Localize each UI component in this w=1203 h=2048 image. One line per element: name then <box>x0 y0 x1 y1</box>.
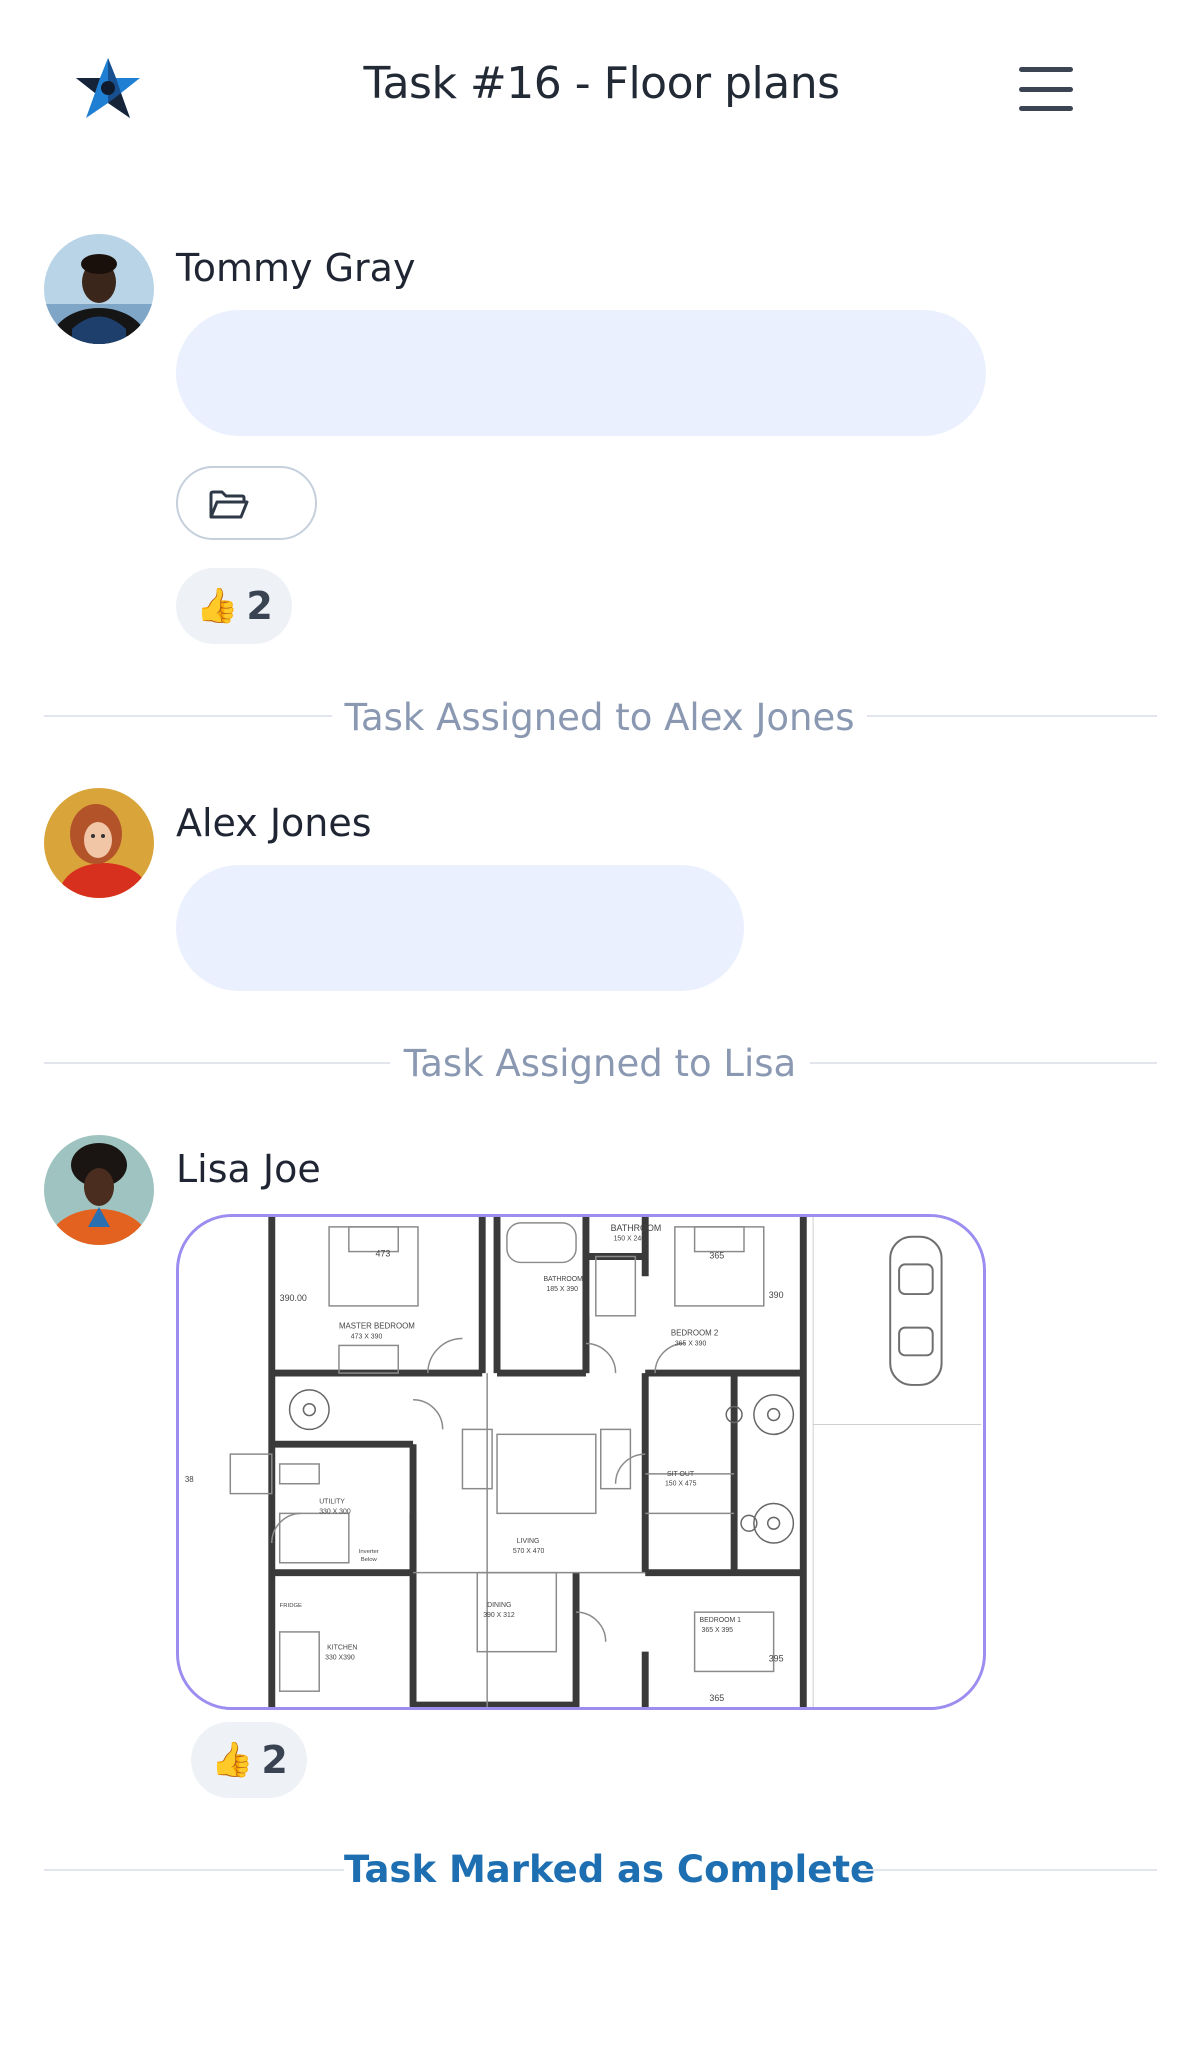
divider-line <box>44 1062 390 1064</box>
fp-utility-size: 330 X 300 <box>319 1508 351 1515</box>
avatar-lisa-joe[interactable] <box>44 1135 154 1245</box>
hamburger-menu-icon[interactable] <box>1019 67 1073 111</box>
reaction-button[interactable]: 👍 2 <box>176 568 292 644</box>
fp-sitout: SIT OUT <box>667 1471 695 1478</box>
fp-bathroom-top: BATHROOM <box>611 1223 662 1233</box>
author-name: Tommy Gray <box>176 246 416 290</box>
author-name: Lisa Joe <box>176 1147 321 1191</box>
fp-bed1-size: 365 X 395 <box>702 1627 734 1634</box>
fp-kitchen-size: 330 X390 <box>325 1655 355 1662</box>
fp-bathroom: BATHROOM <box>543 1276 583 1283</box>
fp-master-side-dim: 390.00 <box>280 1293 307 1303</box>
message-bubble <box>176 865 744 991</box>
fp-dining: DINING <box>487 1602 511 1609</box>
event-assigned-alex: Task Assigned to Alex Jones <box>344 696 855 739</box>
fp-dining-size: 390 X 312 <box>483 1612 515 1619</box>
divider-line <box>44 715 332 717</box>
fp-kitchen: KITCHEN <box>327 1645 357 1652</box>
fp-bed1-dim: 365 <box>709 1693 724 1703</box>
fp-bed1-side-dim: 395 <box>769 1654 784 1664</box>
floor-plan-image[interactable]: BATHROOM 150 X 240 473 390.00 MASTER BED… <box>176 1214 986 1710</box>
reaction-count: 2 <box>246 584 273 628</box>
event-task-complete: Task Marked as Complete <box>344 1848 876 1891</box>
message-bubble <box>176 310 986 436</box>
fp-master-size: 473 X 390 <box>351 1334 383 1341</box>
fp-sitout-size: 150 X 475 <box>665 1481 697 1488</box>
fp-living: LIVING <box>517 1538 540 1545</box>
fp-bed2: BEDROOM 2 <box>671 1329 718 1338</box>
fp-bed2-side-dim: 390 <box>769 1290 784 1300</box>
fp-fridge: FRIDGE <box>280 1603 302 1609</box>
fp-utility: UTILITY <box>319 1498 345 1505</box>
folder-icon <box>209 490 249 519</box>
thumbs-up-icon: 👍 <box>196 586 239 626</box>
reaction-count: 2 <box>261 1738 288 1782</box>
fp-inverter: Inverter <box>359 1549 379 1555</box>
fp-left-dim: 38 <box>185 1475 194 1484</box>
divider-line <box>44 1869 344 1871</box>
attachment-button[interactable] <box>176 466 317 540</box>
fp-bed2-size: 365 X 390 <box>675 1340 707 1347</box>
event-assigned-lisa: Task Assigned to Lisa <box>403 1042 797 1085</box>
divider-line <box>860 1869 1157 1871</box>
fp-master: MASTER BEDROOM <box>339 1322 415 1331</box>
fp-bed1: BEDROOM 1 <box>700 1617 742 1624</box>
fp-bed2-dim: 365 <box>709 1250 724 1260</box>
fp-living-size: 570 X 470 <box>513 1548 545 1555</box>
divider-line <box>810 1062 1157 1064</box>
thumbs-up-icon: 👍 <box>211 1740 254 1780</box>
avatar-tommy-gray[interactable] <box>44 234 154 344</box>
avatar-alex-jones[interactable] <box>44 788 154 898</box>
divider-line <box>867 715 1157 717</box>
author-name: Alex Jones <box>176 801 372 845</box>
fp-inverter2: Below <box>361 1557 378 1563</box>
fp-bathroom-size: 185 X 390 <box>546 1286 578 1293</box>
reaction-button[interactable]: 👍 2 <box>191 1722 307 1798</box>
fp-bathroom-top-size: 150 X 240 <box>614 1236 646 1243</box>
fp-master-dim: 473 <box>376 1249 391 1259</box>
